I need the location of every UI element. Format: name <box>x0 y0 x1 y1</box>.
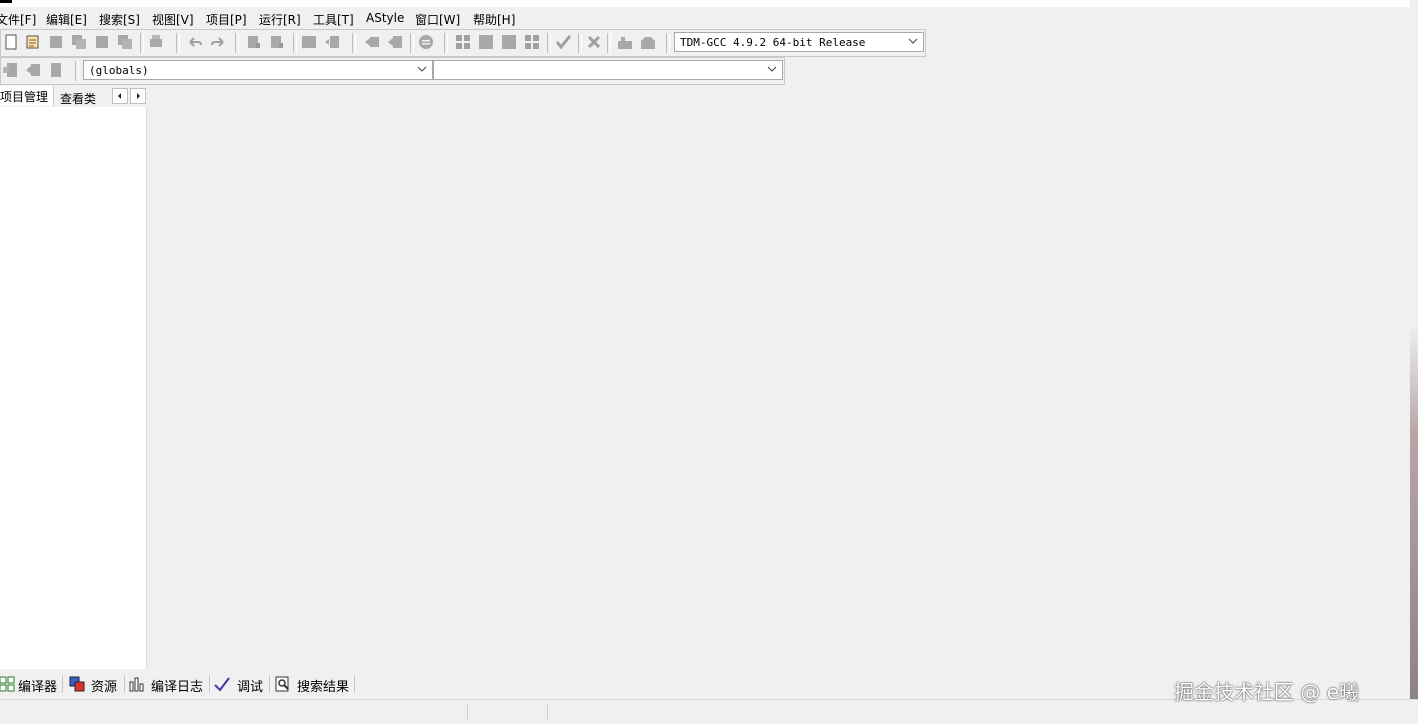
tab-scroll-right-button[interactable] <box>130 88 146 104</box>
toolbar-separator <box>235 33 239 53</box>
checkmark-icon <box>214 677 230 692</box>
goto-line-icon[interactable] <box>324 34 340 50</box>
menu-window[interactable]: 窗口[W] <box>415 11 460 28</box>
save-icon[interactable] <box>48 34 64 50</box>
profile-icon[interactable] <box>640 34 656 50</box>
tab-separator <box>354 675 355 693</box>
toolbar-separator <box>666 33 670 53</box>
toolbar-separator <box>293 33 297 53</box>
toolbar-separator <box>176 33 180 53</box>
bar-chart-icon <box>129 677 144 692</box>
tab-resources-label: 资源 <box>91 680 118 695</box>
editor-area[interactable] <box>147 86 1410 671</box>
desktop-edge <box>1410 0 1418 723</box>
replace-icon[interactable] <box>269 34 285 50</box>
menu-run[interactable]: 运行[R] <box>259 11 301 28</box>
resources-icon <box>69 676 85 692</box>
menu-help[interactable]: 帮助[H] <box>473 11 515 28</box>
menubar: 文件[F] 编辑[E] 搜索[S] 视图[V] 项目[P] 运行[R] 工具[T… <box>0 8 1418 28</box>
new-file-icon[interactable] <box>3 34 19 50</box>
compiler-select[interactable]: TDM-GCC 4.9.2 64-bit Release <box>674 32 924 52</box>
menu-view[interactable]: 视图[V] <box>152 11 194 28</box>
compiler-select-value: TDM-GCC 4.9.2 64-bit Release <box>680 36 866 49</box>
tab-search-results-label: 搜索结果 <box>297 680 350 695</box>
title-strip <box>0 0 1418 7</box>
status-separator <box>547 704 548 720</box>
menu-file[interactable]: 文件[F] <box>0 11 36 28</box>
menu-astyle[interactable]: AStyle <box>366 11 404 25</box>
caret-left-icon <box>118 93 121 99</box>
chevron-down-icon <box>908 38 918 44</box>
scope-select[interactable]: (globals) <box>83 60 433 80</box>
chevron-down-icon <box>767 66 777 72</box>
save-all-icon[interactable] <box>71 34 87 50</box>
compile-run-icon[interactable] <box>501 34 517 50</box>
goto-bookmark-icon[interactable] <box>48 62 64 78</box>
tab-compiler-label: 编译器 <box>18 680 58 695</box>
watermark-text: 掘金技术社区 @ e曦 <box>1174 680 1360 704</box>
rebuild-all-icon[interactable] <box>524 34 540 50</box>
run-icon[interactable] <box>478 34 494 50</box>
menu-search[interactable]: 搜索[S] <box>99 11 140 28</box>
add-to-project-icon[interactable] <box>387 34 403 50</box>
indent-icon[interactable] <box>301 34 317 50</box>
find-icon[interactable] <box>246 34 262 50</box>
tab-separator <box>209 675 210 693</box>
caret-right-icon <box>137 93 140 99</box>
new-project-icon[interactable] <box>364 34 380 50</box>
tab-separator <box>269 675 270 693</box>
tab-compile-log-label: 编译日志 <box>151 680 204 695</box>
toolbar-separator <box>140 33 144 53</box>
menu-project[interactable]: 项目[P] <box>206 11 247 28</box>
debug-icon[interactable] <box>617 34 633 50</box>
menu-edit[interactable]: 编辑[E] <box>46 11 87 28</box>
toggle-bookmark-icon[interactable] <box>25 62 41 78</box>
insert-icon[interactable] <box>2 62 18 78</box>
toolbar-separator <box>547 33 551 53</box>
syntax-check-icon[interactable] <box>555 34 571 50</box>
tab-class-view[interactable]: 查看类 <box>54 86 110 106</box>
compiler-grid-icon <box>0 676 15 692</box>
print-icon[interactable] <box>148 34 164 50</box>
project-tree-panel[interactable] <box>0 107 147 669</box>
toolbar-separator <box>352 33 356 53</box>
tab-scroll-left-button[interactable] <box>112 88 128 104</box>
menu-tools[interactable]: 工具[T] <box>313 11 354 28</box>
chevron-down-icon <box>417 66 427 72</box>
tab-class-view-label: 查看类 <box>60 92 97 106</box>
tab-project-manager[interactable]: 项目管理 <box>0 86 54 106</box>
tab-debug-label: 调试 <box>237 680 264 695</box>
project-options-icon[interactable] <box>418 34 434 50</box>
magnifier-icon <box>275 676 289 692</box>
toolbar-separator <box>578 33 582 53</box>
tab-project-manager-label: 项目管理 <box>0 90 49 104</box>
toolbar-separator <box>75 61 79 81</box>
close-all-icon[interactable] <box>117 34 133 50</box>
undo-icon[interactable] <box>187 34 203 50</box>
open-file-icon[interactable] <box>25 34 41 50</box>
title-strip-mark <box>0 0 12 3</box>
toolbar-separator <box>607 33 611 53</box>
tab-separator <box>62 675 63 693</box>
stop-icon[interactable] <box>586 34 602 50</box>
toolbar-separator <box>410 33 414 53</box>
member-select[interactable] <box>433 60 783 80</box>
toolbar-separator <box>444 33 448 53</box>
compile-icon[interactable] <box>455 34 471 50</box>
scope-select-value: (globals) <box>89 64 149 77</box>
redo-icon[interactable] <box>210 34 226 50</box>
close-file-icon[interactable] <box>94 34 110 50</box>
tab-separator <box>124 675 125 693</box>
status-separator <box>467 704 468 720</box>
